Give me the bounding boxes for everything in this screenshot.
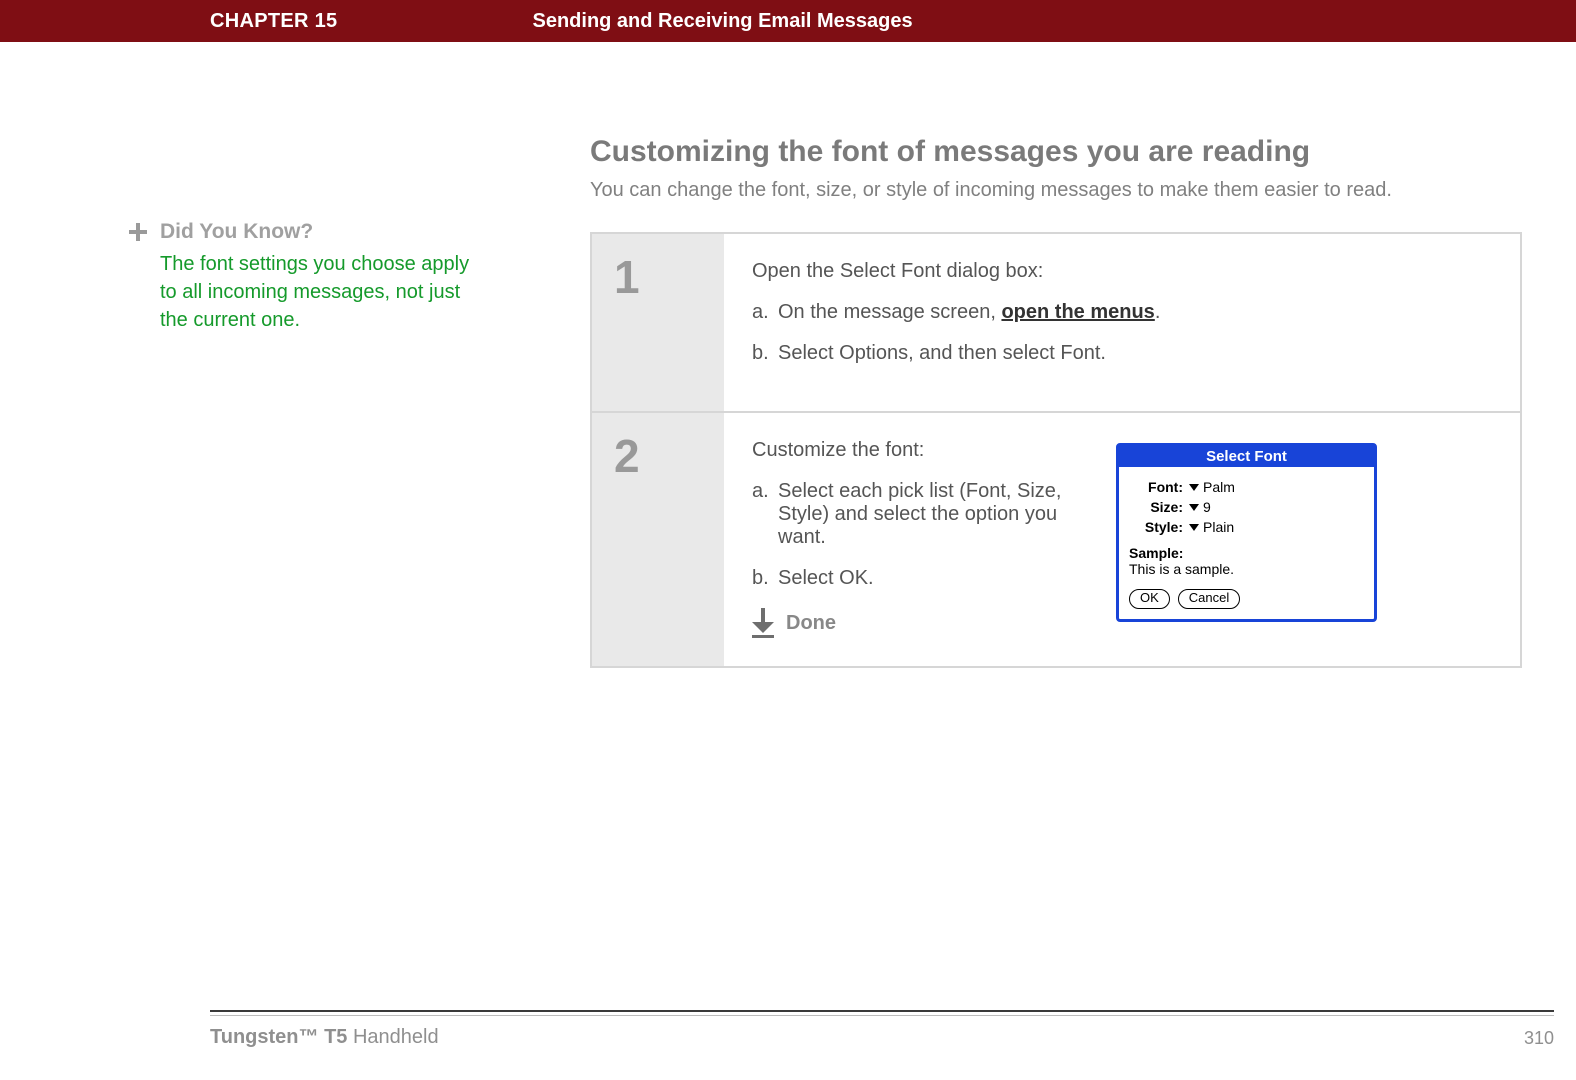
style-value: Plain (1203, 519, 1234, 535)
chevron-down-icon (1189, 504, 1199, 511)
font-value: Palm (1203, 479, 1235, 495)
style-picklist[interactable]: Plain (1189, 519, 1234, 535)
plus-icon (126, 220, 150, 244)
select-font-dialog: Select Font Font: Palm Size: (1116, 443, 1377, 622)
font-label: Font: (1129, 479, 1183, 495)
cancel-button[interactable]: Cancel (1178, 589, 1240, 609)
chapter-title: Sending and Receiving Email Messages (532, 10, 912, 33)
did-you-know-heading: Did You Know? (160, 220, 313, 244)
size-picklist[interactable]: 9 (1189, 499, 1211, 515)
footer-rule-thin (210, 1015, 1554, 1016)
chapter-label: CHAPTER 15 (210, 10, 337, 33)
dialog-title: Select Font (1119, 446, 1374, 467)
chevron-down-icon (1189, 524, 1199, 531)
step-row: 1 Open the Select Font dialog box: a. On… (592, 234, 1520, 411)
chevron-down-icon (1189, 484, 1199, 491)
main-content: Customizing the font of messages you are… (590, 135, 1530, 668)
step-sub-a: a. On the message screen, open the menus… (752, 301, 1492, 324)
step-number-cell: 2 (592, 413, 724, 666)
sample-text: This is a sample. (1129, 561, 1364, 577)
step-lead: Open the Select Font dialog box: (752, 260, 1492, 283)
did-you-know-block: Did You Know? The font settings you choo… (160, 220, 480, 334)
step-sub-a: a. Select each pick list (Font, Size, St… (752, 480, 1092, 549)
done-arrow-icon (752, 608, 774, 638)
step-number: 2 (614, 433, 724, 479)
step-body: Customize the font: a. Select each pick … (724, 413, 1520, 666)
ok-button[interactable]: OK (1129, 589, 1170, 609)
style-label: Style: (1129, 519, 1183, 535)
sample-label: Sample: (1129, 545, 1364, 561)
step-lead: Customize the font: (752, 439, 1092, 462)
size-label: Size: (1129, 499, 1183, 515)
section-subtitle: You can change the font, size, or style … (590, 179, 1530, 202)
step-number-cell: 1 (592, 234, 724, 411)
footer-rule (210, 1010, 1554, 1012)
page-header: CHAPTER 15 Sending and Receiving Email M… (0, 0, 1576, 42)
size-value: 9 (1203, 499, 1211, 515)
done-label: Done (786, 612, 836, 635)
font-picklist[interactable]: Palm (1189, 479, 1235, 495)
did-you-know-text: The font settings you choose apply to al… (160, 250, 480, 334)
open-menus-link[interactable]: open the menus (1001, 301, 1154, 323)
step-sub-b: b. Select Options, and then select Font. (752, 342, 1492, 365)
steps-box: 1 Open the Select Font dialog box: a. On… (590, 232, 1522, 668)
step-body: Open the Select Font dialog box: a. On t… (724, 234, 1520, 411)
footer-product: Tungsten™ T5 Handheld (210, 1026, 439, 1049)
step-number: 1 (614, 254, 724, 300)
step-sub-b: b. Select OK. (752, 567, 1092, 590)
page-number: 310 (1524, 1028, 1554, 1049)
step-row: 2 Customize the font: a. Select each pic… (592, 411, 1520, 666)
section-title: Customizing the font of messages you are… (590, 135, 1530, 169)
done-row: Done (752, 608, 1092, 638)
